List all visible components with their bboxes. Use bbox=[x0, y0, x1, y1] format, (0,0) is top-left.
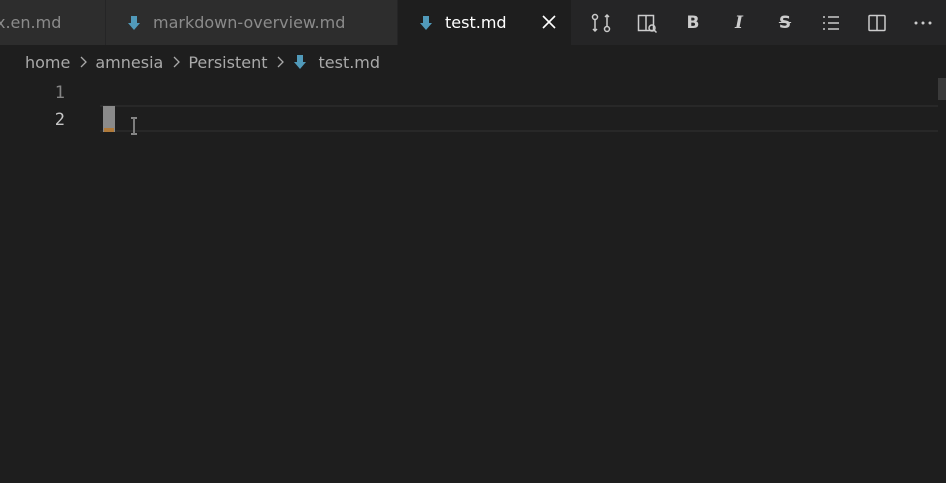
close-tab-button[interactable] bbox=[540, 13, 558, 31]
bold-icon: B bbox=[686, 12, 700, 33]
breadcrumb: home amnesia Persistent test.md bbox=[25, 50, 380, 74]
line-number: 1 bbox=[54, 83, 65, 103]
markdown-file-icon bbox=[128, 15, 140, 30]
preview-icon bbox=[637, 14, 658, 33]
breadcrumb-item-home[interactable]: home bbox=[25, 53, 70, 72]
markdown-file-icon bbox=[420, 15, 432, 30]
vertical-scrollbar[interactable] bbox=[938, 78, 946, 481]
tab-label: test.md bbox=[445, 13, 507, 32]
strikethrough-button[interactable]: S bbox=[762, 0, 808, 45]
open-preview-button[interactable] bbox=[624, 0, 670, 45]
split-editor-button[interactable] bbox=[854, 0, 900, 45]
current-line-highlight bbox=[100, 105, 946, 132]
ibeam-cursor-icon bbox=[131, 117, 137, 135]
line-number-active: 2 bbox=[54, 110, 65, 130]
ellipsis-icon bbox=[914, 21, 932, 24]
tab-label: markdown-overview.md bbox=[153, 13, 346, 32]
bold-button[interactable]: B bbox=[670, 0, 716, 45]
editor-area[interactable]: 1 2 bbox=[0, 78, 946, 483]
tab-test-md[interactable]: test.md bbox=[398, 0, 572, 45]
editor-tab-bar: x.en.md markdown-overview.md test.md B I… bbox=[0, 0, 946, 45]
git-compare-icon bbox=[591, 13, 611, 32]
italic-button[interactable]: I bbox=[716, 0, 762, 45]
tab-x-en-md[interactable]: x.en.md bbox=[0, 0, 106, 45]
strikethrough-icon: S bbox=[778, 12, 792, 33]
editor-actions: B I S bbox=[572, 0, 946, 45]
vscode-window: x.en.md markdown-overview.md test.md B I… bbox=[0, 0, 946, 483]
breadcrumb-item-test-md[interactable]: test.md bbox=[318, 53, 380, 72]
scrollbar-slider[interactable] bbox=[938, 78, 946, 100]
italic-icon: I bbox=[735, 12, 743, 33]
chevron-right-icon bbox=[80, 56, 88, 68]
close-icon bbox=[542, 15, 556, 29]
tab-label: x.en.md bbox=[0, 13, 62, 32]
breadcrumb-item-persistent[interactable]: Persistent bbox=[188, 53, 267, 72]
cursor-marker bbox=[104, 128, 114, 132]
breadcrumb-item-amnesia[interactable]: amnesia bbox=[95, 53, 163, 72]
chevron-right-icon bbox=[278, 56, 285, 68]
more-actions-button[interactable] bbox=[900, 0, 946, 45]
split-editor-icon bbox=[868, 14, 886, 31]
list-icon bbox=[823, 15, 839, 30]
markdown-file-icon bbox=[294, 55, 307, 69]
tab-markdown-overview[interactable]: markdown-overview.md bbox=[106, 0, 398, 45]
chevron-right-icon bbox=[173, 56, 181, 68]
open-changes-button[interactable] bbox=[578, 0, 624, 45]
list-button[interactable] bbox=[808, 0, 854, 45]
